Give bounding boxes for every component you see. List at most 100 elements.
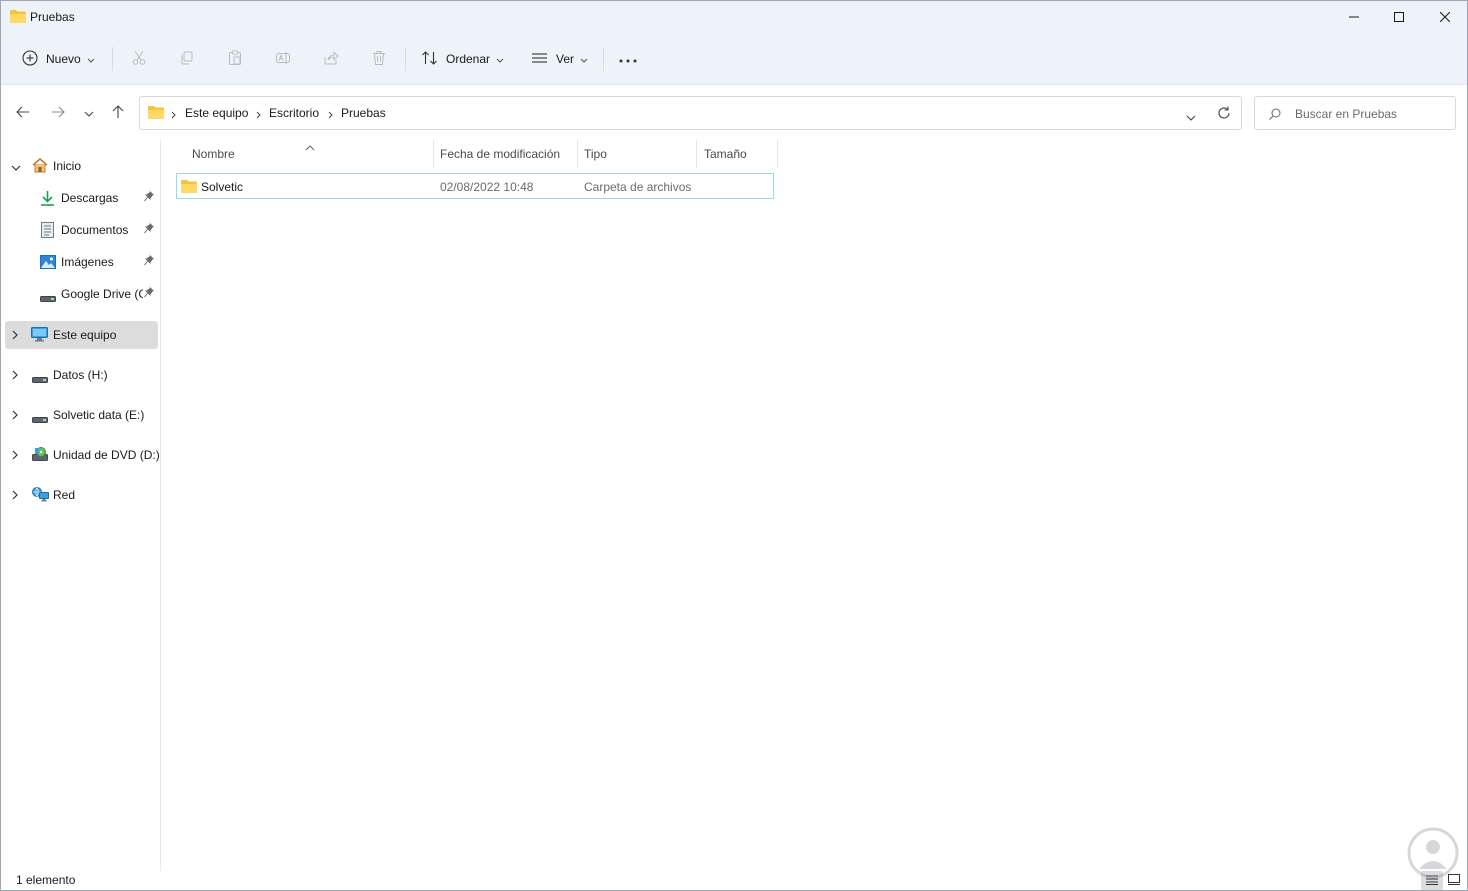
address-row: Este equipo Escritorio Pruebas Buscar en…: [1, 86, 1467, 140]
maximize-button[interactable]: [1376, 1, 1422, 33]
watermark-logo-icon: [1407, 827, 1459, 882]
folder-icon: [10, 9, 26, 26]
sidebar-item-solvetic-data[interactable]: Solvetic data (E:): [1, 401, 159, 429]
sidebar-label: Descargas: [61, 191, 119, 205]
status-bar: 1 elemento: [1, 871, 1467, 890]
sidebar-item-google-drive[interactable]: Google Drive (G:): [1, 280, 159, 308]
chevron-down-icon: [87, 52, 95, 66]
sidebar-label: Este equipo: [53, 328, 117, 342]
chevron-right-icon: [256, 108, 261, 122]
search-input[interactable]: Buscar en Pruebas: [1254, 96, 1456, 130]
column-header-type[interactable]: Tipo: [584, 147, 607, 161]
chevron-down-icon[interactable]: [11, 160, 21, 174]
sidebar-label: Imágenes: [61, 255, 114, 269]
chevron-right-icon[interactable]: [12, 369, 18, 383]
address-history-chevron-icon[interactable]: [1186, 110, 1196, 124]
sort-button[interactable]: Ordenar: [421, 45, 504, 73]
share-button[interactable]: [319, 47, 343, 71]
table-row[interactable]: Solvetic 02/08/2022 10:48 Carpeta de arc…: [176, 173, 774, 199]
drive-icon: [32, 412, 48, 426]
document-icon: [41, 222, 54, 241]
home-icon: [32, 158, 48, 176]
clipboard-icon: [227, 50, 243, 69]
back-button[interactable]: [11, 102, 35, 124]
sort-ascending-icon: [305, 140, 315, 154]
sidebar-label: Inicio: [53, 159, 82, 173]
column-header-name[interactable]: Nombre: [192, 147, 235, 161]
sort-icon: [421, 50, 438, 69]
network-icon: [32, 487, 49, 505]
column-divider[interactable]: [777, 140, 778, 168]
copy-icon: [179, 50, 195, 69]
view-button[interactable]: Ver: [531, 45, 588, 73]
toolbar-divider: [603, 47, 604, 71]
new-button[interactable]: Nuevo: [22, 45, 95, 73]
view-lines-icon: [531, 50, 548, 69]
column-header-modified[interactable]: Fecha de modificación: [440, 147, 560, 161]
column-divider[interactable]: [577, 140, 578, 168]
up-button[interactable]: [106, 102, 130, 124]
chevron-right-icon[interactable]: [12, 489, 18, 503]
navigation-pane: Inicio Descargas Documentos Imágenes Goo…: [1, 140, 161, 871]
cut-button[interactable]: [127, 47, 151, 71]
maximize-icon: [1394, 12, 1404, 22]
sidebar-item-descargas[interactable]: Descargas: [1, 184, 159, 212]
sidebar-item-datos[interactable]: Datos (H:): [1, 361, 159, 389]
sidebar-label: Unidad de DVD (D:): [53, 448, 160, 462]
column-header-size[interactable]: Tamaño: [704, 147, 747, 161]
sidebar-item-imagenes[interactable]: Imágenes: [1, 248, 159, 276]
file-type: Carpeta de archivos: [584, 180, 692, 194]
pin-icon: [144, 255, 154, 269]
chevron-down-icon: [580, 52, 588, 66]
chevron-right-icon[interactable]: [12, 449, 18, 463]
toolbar-divider: [112, 47, 113, 71]
search-icon: [1269, 108, 1281, 123]
breadcrumb-escritorio[interactable]: Escritorio: [269, 106, 319, 120]
sidebar-item-este-equipo[interactable]: Este equipo: [5, 321, 158, 349]
breadcrumb-este-equipo[interactable]: Este equipo: [185, 106, 248, 120]
chevron-right-icon[interactable]: [12, 329, 18, 343]
forward-button[interactable]: [46, 102, 70, 124]
sidebar-item-red[interactable]: Red: [1, 481, 159, 509]
chevron-right-icon: [171, 108, 176, 122]
address-bar[interactable]: Este equipo Escritorio Pruebas: [139, 96, 1242, 130]
pin-icon: [144, 191, 154, 205]
sidebar-item-dvd[interactable]: Unidad de DVD (D:): [1, 441, 160, 469]
breadcrumb-pruebas[interactable]: Pruebas: [341, 106, 386, 120]
sidebar-item-documentos[interactable]: Documentos: [1, 216, 159, 244]
toolbar-divider: [405, 47, 406, 71]
computer-icon: [31, 327, 48, 345]
title-bar[interactable]: Pruebas: [1, 1, 1467, 33]
plus-circle-icon: [22, 49, 38, 69]
rename-button[interactable]: [271, 47, 295, 71]
more-options-button[interactable]: [616, 47, 640, 71]
close-button[interactable]: [1422, 1, 1467, 33]
folder-icon: [181, 179, 197, 196]
chevron-right-icon[interactable]: [12, 409, 18, 423]
close-icon: [1440, 12, 1450, 22]
share-icon: [323, 50, 339, 69]
paste-button[interactable]: [223, 47, 247, 71]
refresh-icon[interactable]: [1217, 106, 1231, 123]
column-divider[interactable]: [433, 140, 434, 168]
sidebar-label: Datos (H:): [53, 368, 108, 382]
copy-button[interactable]: [175, 47, 199, 71]
arrow-right-icon: [51, 106, 65, 121]
delete-button[interactable]: [367, 47, 391, 71]
scissors-icon: [131, 50, 147, 69]
more-dots-icon: [619, 52, 637, 66]
item-count: 1 elemento: [16, 873, 76, 887]
arrow-left-icon: [16, 106, 30, 121]
minimize-button[interactable]: [1331, 1, 1377, 33]
pin-icon: [144, 287, 154, 301]
column-divider[interactable]: [696, 140, 697, 168]
search-placeholder: Buscar en Pruebas: [1295, 107, 1398, 121]
chevron-right-icon: [328, 108, 333, 122]
file-explorer-window: Pruebas Nuevo Ordenar Ver Este equipo Es…: [0, 0, 1468, 891]
pin-icon: [144, 223, 154, 237]
file-list: Nombre Fecha de modificación Tipo Tamaño…: [162, 140, 1467, 871]
window-title: Pruebas: [30, 10, 75, 24]
view-label: Ver: [556, 52, 575, 66]
recent-locations-button[interactable]: [77, 102, 101, 124]
sidebar-item-inicio[interactable]: Inicio: [1, 152, 159, 180]
